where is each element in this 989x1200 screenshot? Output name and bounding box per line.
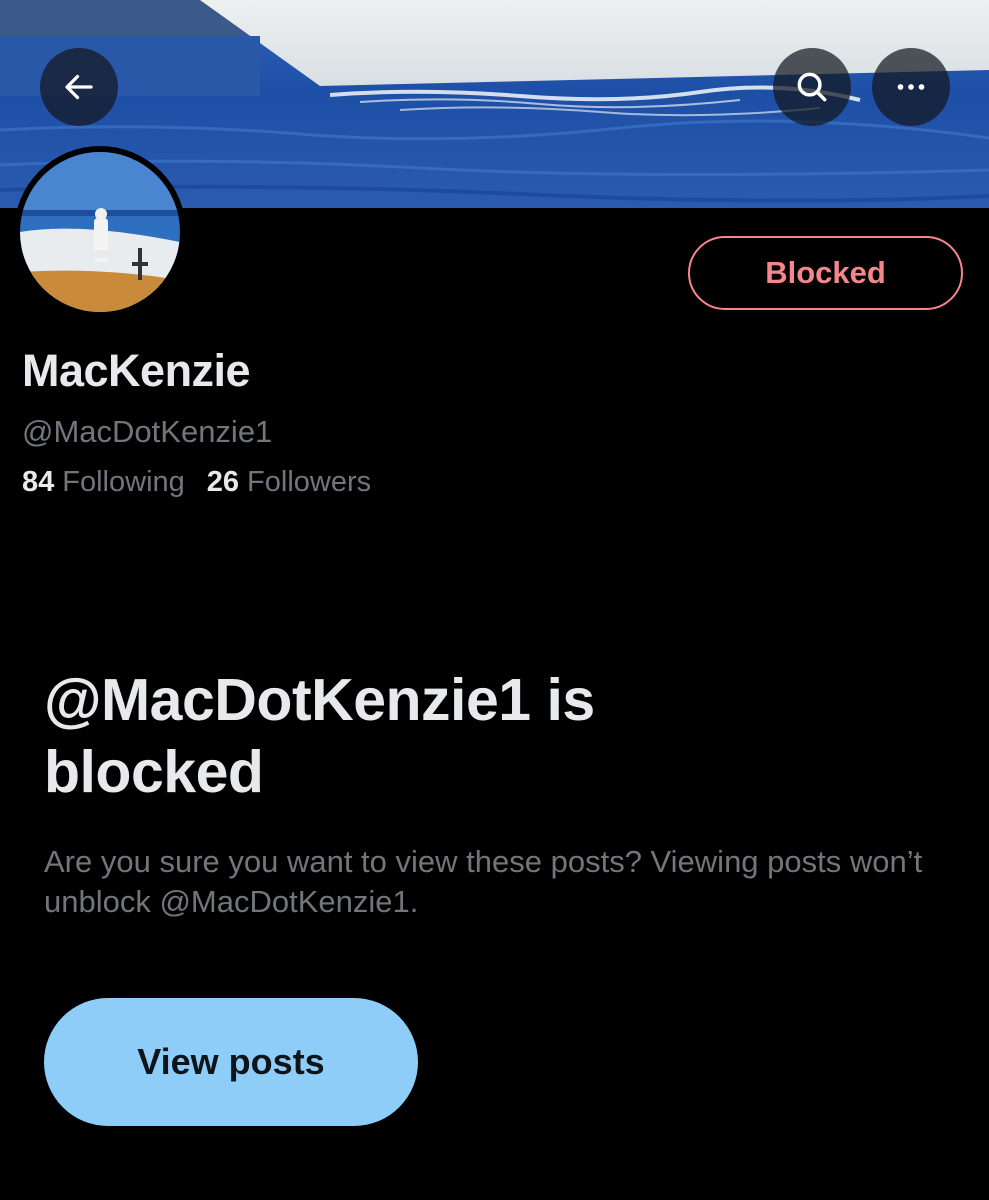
more-horizontal-icon: [893, 69, 929, 105]
display-name: MacKenzie: [22, 345, 251, 396]
following-link[interactable]: 84 Following: [22, 462, 185, 502]
followers-link[interactable]: 26 Followers: [207, 462, 371, 502]
blocked-button-label: Blocked: [765, 255, 886, 290]
user-handle: @MacDotKenzie1: [22, 414, 273, 449]
search-button[interactable]: [773, 48, 851, 126]
followers-count: 26: [206, 466, 240, 498]
avatar[interactable]: [14, 146, 186, 318]
view-posts-button[interactable]: View posts: [44, 998, 418, 1126]
search-icon: [793, 68, 831, 106]
blocked-heading: @MacDotKenzie1 is blocked: [44, 667, 595, 805]
back-button[interactable]: [40, 48, 118, 126]
blocked-subtext: Are you sure you want to view these post…: [44, 844, 923, 919]
profile-stats: 84 Following 26 Followers: [22, 462, 371, 502]
following-label: Following: [62, 466, 185, 498]
following-count: 84: [22, 466, 55, 498]
followers-label: Followers: [247, 466, 372, 498]
view-posts-label: View posts: [137, 1041, 325, 1082]
blocked-button[interactable]: Blocked: [688, 236, 963, 310]
arrow-left-icon: [61, 69, 97, 105]
more-options-button[interactable]: [872, 48, 950, 126]
